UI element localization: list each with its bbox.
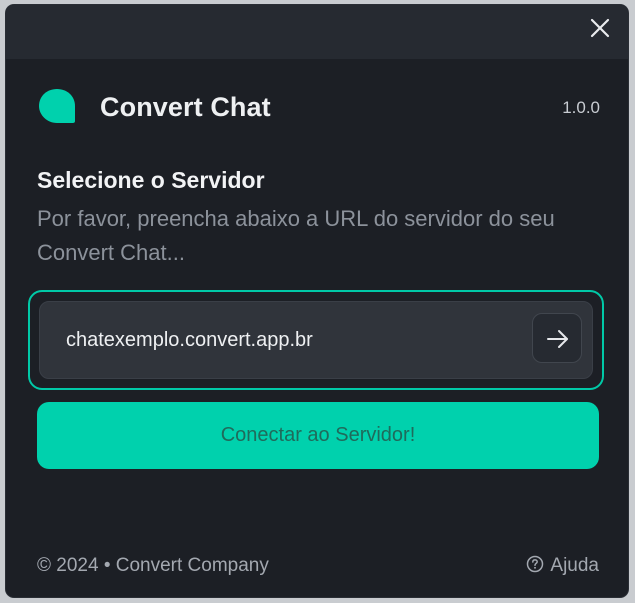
footer: © 2024 • Convert Company Ajuda: [37, 555, 599, 581]
title-bar: [6, 5, 628, 59]
chat-bubble-icon: [39, 89, 75, 123]
server-url-field-wrapper: [28, 290, 604, 390]
server-url-input[interactable]: [64, 322, 508, 358]
server-url-field: [39, 301, 593, 379]
section-title: Selecione o Servidor: [37, 167, 265, 193]
connect-server-button[interactable]: Conectar ao Servidor!: [37, 402, 599, 469]
copyright-text: © 2024 • Convert Company: [37, 555, 269, 576]
help-link[interactable]: Ajuda: [526, 555, 599, 577]
app-name: Convert Chat: [100, 92, 271, 122]
close-icon: [590, 18, 610, 38]
close-button[interactable]: [586, 14, 614, 42]
question-circle-icon: [527, 555, 544, 573]
app-window: Convert Chat 1.0.0 Selecione o Servidor …: [6, 5, 628, 597]
app-version: 1.0.0: [562, 98, 600, 117]
help-label: Ajuda: [550, 555, 599, 576]
app-header: Convert Chat 1.0.0: [36, 88, 600, 126]
submit-url-button[interactable]: [532, 313, 582, 363]
arrow-right-icon: [547, 330, 568, 348]
section-description: Por favor, preencha abaixo a URL do serv…: [37, 206, 555, 265]
